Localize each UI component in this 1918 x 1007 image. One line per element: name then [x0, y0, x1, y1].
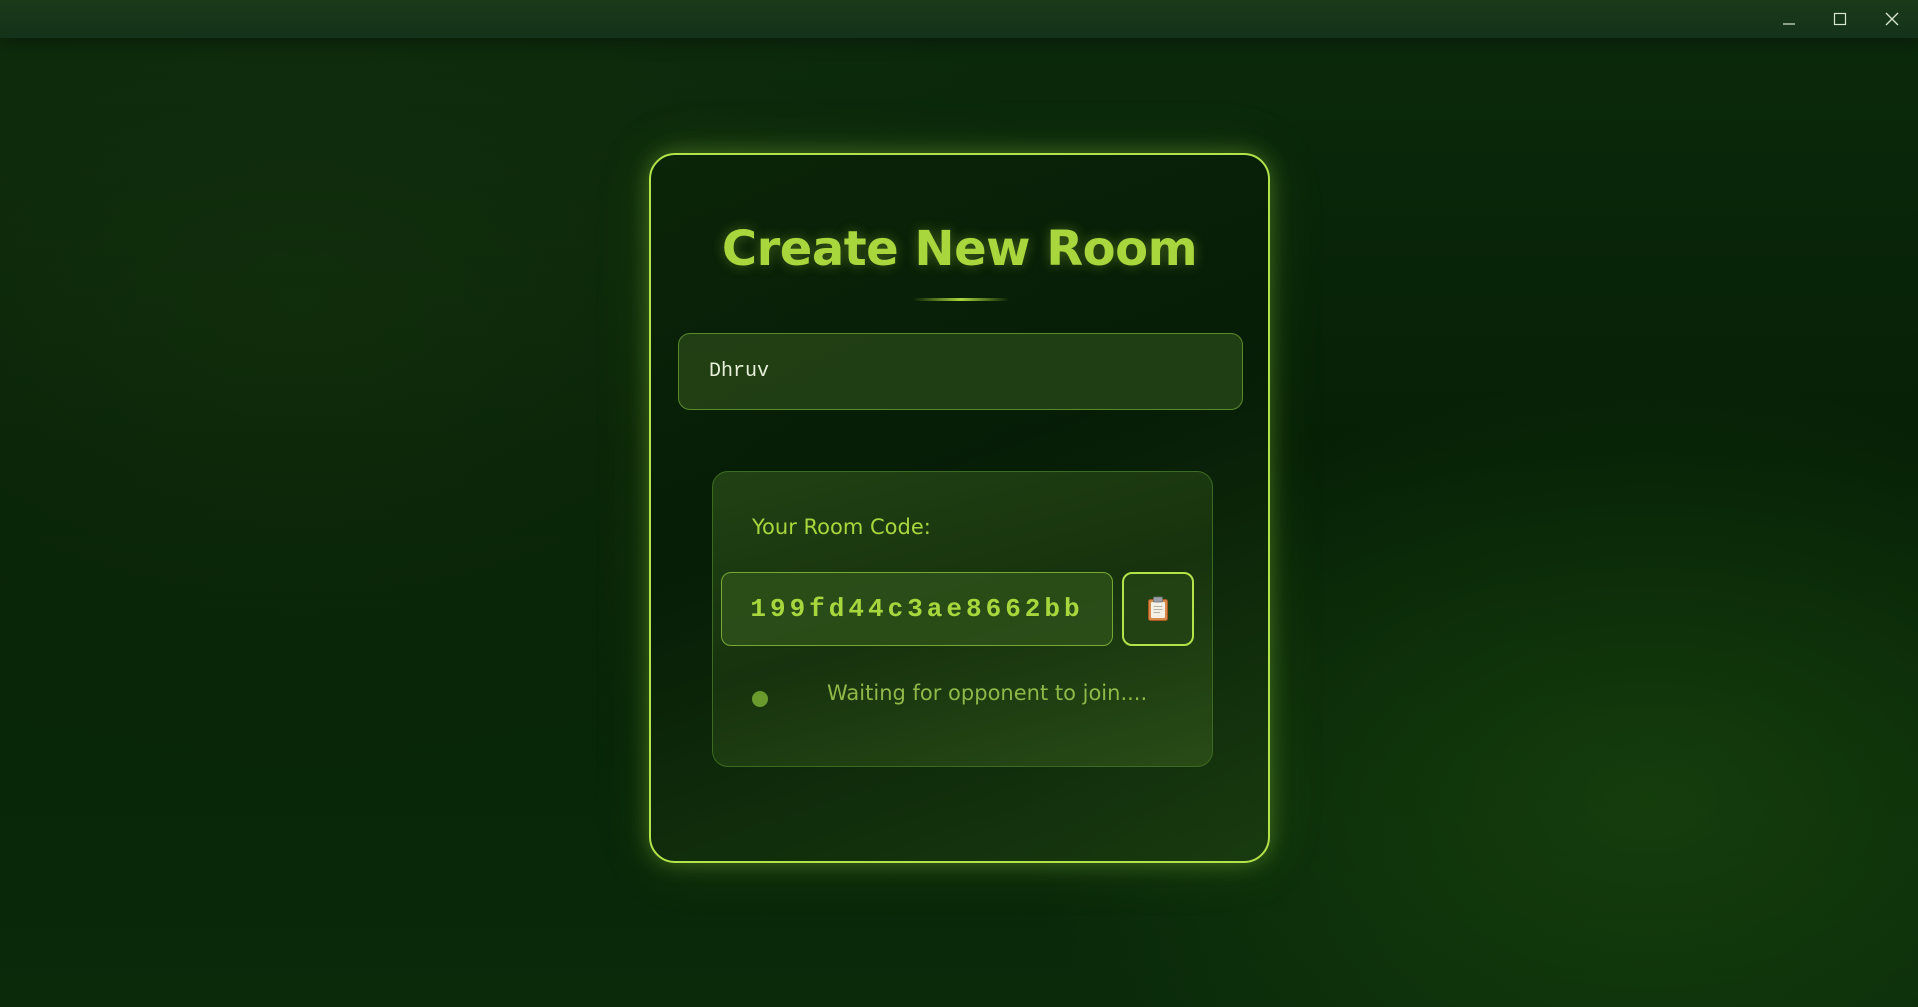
title-underline — [913, 298, 1009, 301]
status-indicator-dot — [752, 691, 768, 707]
room-code-display[interactable]: 199fd44c3ae8662bb — [721, 572, 1113, 646]
room-code-label: Your Room Code: — [752, 515, 931, 539]
close-button[interactable] — [1867, 0, 1917, 38]
window-title-bar — [0, 0, 1918, 38]
maximize-icon — [1833, 12, 1847, 26]
copy-room-code-button[interactable] — [1122, 572, 1194, 646]
room-code-panel: Your Room Code: 199fd44c3ae8662bb Waitin… — [712, 471, 1213, 767]
player-name-input[interactable] — [678, 333, 1243, 410]
status-text: Waiting for opponent to join.... — [827, 681, 1148, 705]
page-title: Create New Room — [721, 221, 1198, 277]
maximize-button[interactable] — [1815, 0, 1865, 38]
minimize-button[interactable] — [1764, 0, 1814, 38]
create-room-card: Create New Room Your Room Code: 199fd44c… — [649, 153, 1270, 863]
clipboard-icon — [1148, 596, 1168, 621]
close-icon — [1885, 12, 1899, 26]
minimize-icon — [1783, 23, 1795, 25]
